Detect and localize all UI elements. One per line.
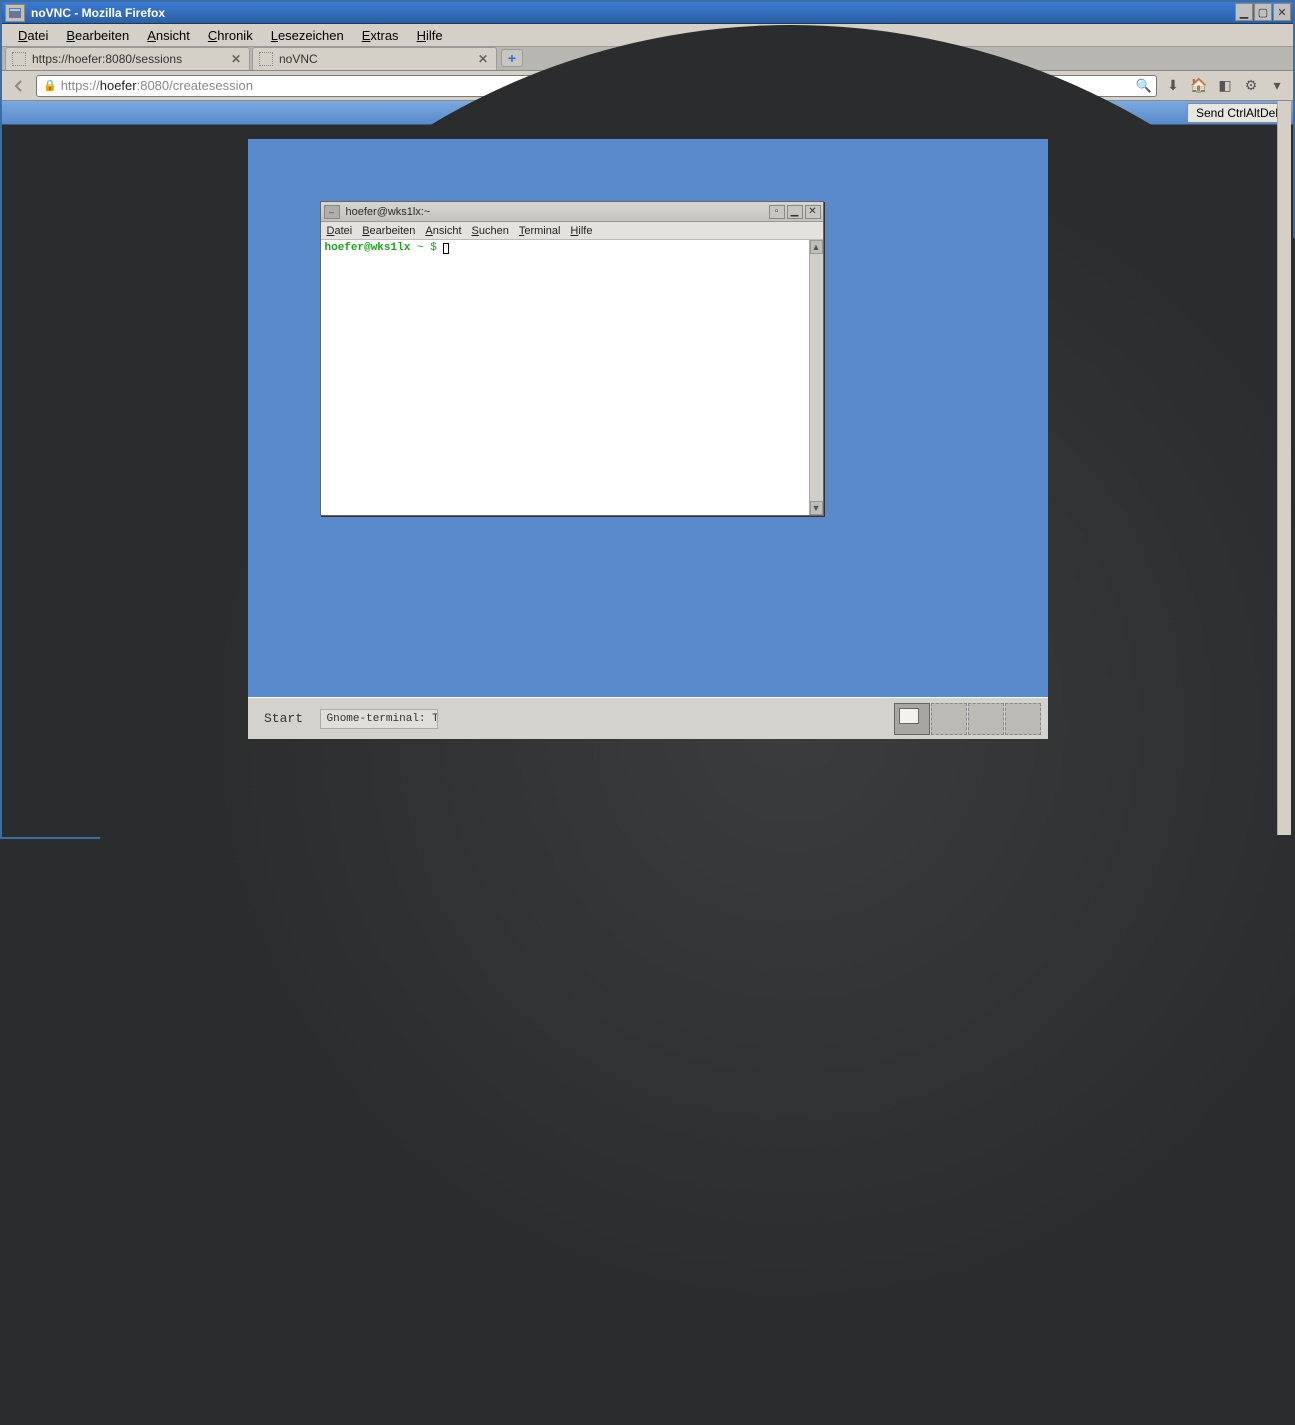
- send-ctrlaltdel-button[interactable]: Send CtrlAltDel: [1187, 103, 1287, 123]
- taskbar-item-terminal[interactable]: Gnome-terminal: Te: [320, 709, 438, 729]
- back-button[interactable]: [8, 75, 30, 97]
- workspace-switcher: [894, 703, 1042, 735]
- search-go-icon[interactable]: 🔍: [1136, 78, 1152, 94]
- close-button[interactable]: ✕: [1273, 3, 1291, 21]
- tab-label: https://hoefer:8080/sessions: [32, 52, 229, 66]
- minimize-button[interactable]: ▁: [1235, 3, 1253, 21]
- terminal-system-menu[interactable]: –: [324, 205, 340, 219]
- tab-close-icon[interactable]: ✕: [476, 52, 490, 66]
- start-button[interactable]: Start: [254, 704, 314, 734]
- menu-ansicht[interactable]: Ansicht: [139, 26, 198, 45]
- remote-taskbar: Start Gnome-terminal: Te: [248, 697, 1048, 739]
- terminal-titlebar[interactable]: – hoefer@wks1lx:~ ▫ ▁ ✕: [321, 202, 823, 222]
- prompt-user: hoefer@wks1lx: [325, 242, 411, 254]
- terminal-iconify-button[interactable]: ▫: [769, 205, 785, 219]
- new-tab-button[interactable]: +: [501, 49, 523, 67]
- terminal-content[interactable]: hoefer@wks1lx ~ $: [321, 240, 809, 515]
- window-system-menu[interactable]: [5, 4, 25, 22]
- addon-icon[interactable]: ◧: [1215, 76, 1235, 96]
- terminal-cursor: [443, 243, 449, 254]
- menu-extras[interactable]: Extras: [354, 26, 407, 45]
- url-text: https://hoefer:8080/createsession: [61, 78, 253, 93]
- workspace-4[interactable]: [1005, 703, 1041, 735]
- terminal-window[interactable]: – hoefer@wks1lx:~ ▫ ▁ ✕ Datei Bearbeiten…: [320, 201, 824, 516]
- menu-bearbeiten[interactable]: Bearbeiten: [58, 26, 137, 45]
- firefox-titlebar: noVNC - Mozilla Firefox ▁ ▢ ✕: [2, 2, 1293, 24]
- terminal-minimize-button[interactable]: ▁: [787, 205, 803, 219]
- home-icon[interactable]: 🏠: [1189, 76, 1209, 96]
- tab-novnc[interactable]: noVNC ✕: [252, 47, 497, 70]
- terminal-scrollbar[interactable]: ▲ ▼: [809, 240, 823, 515]
- term-menu-datei[interactable]: Datei: [327, 225, 353, 237]
- term-menu-hilfe[interactable]: Hilfe: [570, 225, 592, 237]
- tab-sessions[interactable]: https://hoefer:8080/sessions ✕: [5, 47, 250, 70]
- terminal-title: hoefer@wks1lx:~: [346, 206, 431, 218]
- tab-close-icon[interactable]: ✕: [229, 52, 243, 66]
- favicon-placeholder-icon: [259, 52, 273, 66]
- addon-icon-2[interactable]: ⚙: [1241, 76, 1261, 96]
- term-menu-suchen[interactable]: Suchen: [472, 225, 509, 237]
- workspace-2[interactable]: [931, 703, 967, 735]
- menu-chronik[interactable]: Chronik: [200, 26, 261, 45]
- maximize-button[interactable]: ▢: [1254, 3, 1272, 21]
- vnc-viewport: – hoefer@wks1lx:~ ▫ ▁ ✕ Datei Bearbeiten…: [4, 125, 1291, 835]
- window-title: noVNC - Mozilla Firefox: [31, 6, 165, 20]
- menu-lesezeichen[interactable]: Lesezeichen: [263, 26, 352, 45]
- term-menu-ansicht[interactable]: Ansicht: [425, 225, 461, 237]
- term-menu-bearbeiten[interactable]: Bearbeiten: [362, 225, 415, 237]
- menu-hilfe[interactable]: Hilfe: [409, 26, 451, 45]
- scroll-down-icon[interactable]: ▼: [810, 501, 823, 515]
- menu-icon[interactable]: ▾: [1267, 76, 1287, 96]
- menu-datei[interactable]: Datei: [10, 26, 56, 45]
- lock-icon: 🔒: [43, 79, 57, 92]
- browser-scrollbar[interactable]: [1277, 101, 1291, 835]
- scroll-up-icon[interactable]: ▲: [810, 240, 823, 254]
- terminal-body: hoefer@wks1lx ~ $ ▲ ▼: [321, 240, 823, 515]
- remote-desktop[interactable]: – hoefer@wks1lx:~ ▫ ▁ ✕ Datei Bearbeiten…: [248, 139, 1048, 739]
- favicon-placeholder-icon: [12, 52, 26, 66]
- workspace-1[interactable]: [894, 703, 930, 735]
- term-menu-terminal[interactable]: Terminal: [519, 225, 561, 237]
- tab-label: noVNC: [279, 52, 476, 66]
- terminal-menubar: Datei Bearbeiten Ansicht Suchen Terminal…: [321, 222, 823, 240]
- workspace-3[interactable]: [968, 703, 1004, 735]
- terminal-close-button[interactable]: ✕: [805, 205, 821, 219]
- download-icon[interactable]: ⬇: [1163, 76, 1183, 96]
